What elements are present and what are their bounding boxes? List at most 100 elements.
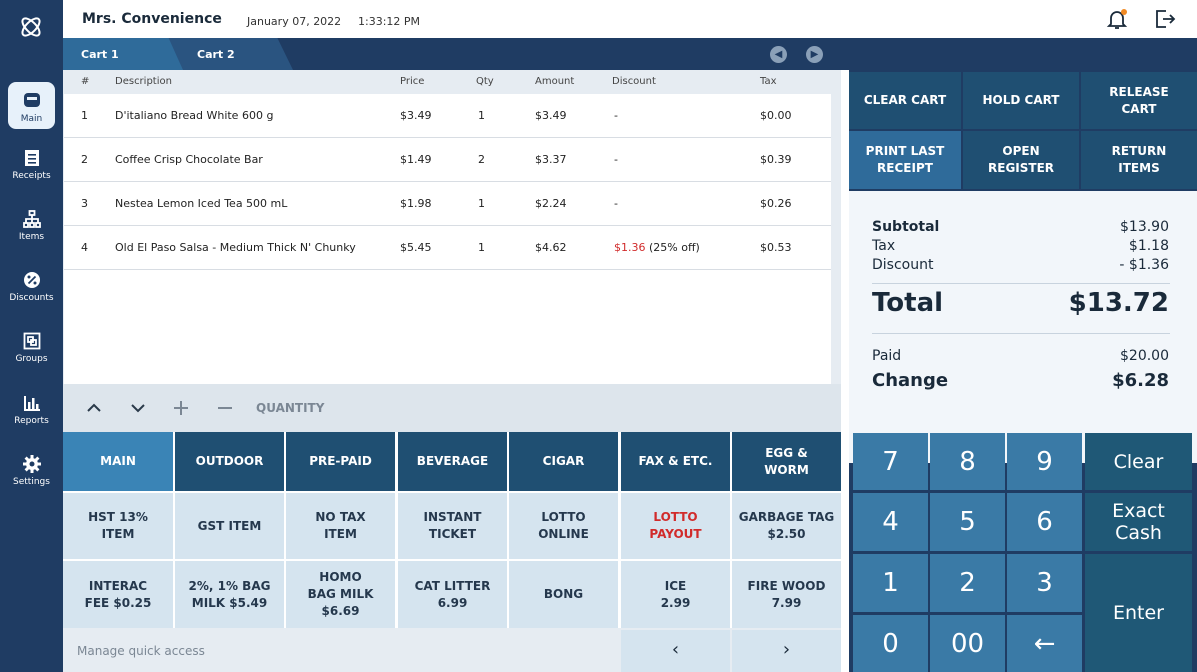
current-date: January 07, 2022	[247, 15, 342, 28]
logout-icon[interactable]	[1154, 8, 1176, 30]
quantity-bar: QUANTITY	[63, 384, 841, 432]
quick-key-grid: MAIN OUTDOOR PRE-PAID BEVERAGE CIGAR FAX…	[63, 432, 841, 628]
keypad-00[interactable]: 00	[930, 615, 1005, 672]
cell-qty: 2	[478, 153, 485, 166]
cell-price: $5.45	[400, 241, 432, 254]
print-last-receipt-button[interactable]: PRINT LAST RECEIPT	[849, 131, 961, 189]
keypad-2[interactable]: 2	[930, 554, 1005, 612]
keypad-7[interactable]: 7	[853, 433, 928, 490]
quick-key-no-tax[interactable]: NO TAX ITEM	[286, 493, 395, 559]
exact-cash-button[interactable]: Exact Cash	[1085, 493, 1192, 551]
keypad-clear-button[interactable]: Clear	[1085, 433, 1192, 490]
minus-icon[interactable]	[217, 400, 233, 416]
keypad-5[interactable]: 5	[930, 493, 1005, 551]
sidebar-item-receipts[interactable]: Receipts	[0, 145, 63, 193]
cell-num: 4	[81, 241, 88, 254]
cell-tax: $0.39	[760, 153, 792, 166]
quick-page-next-button[interactable]: ›	[732, 630, 841, 672]
tab-cart-2[interactable]: Cart 2	[163, 38, 293, 70]
col-header-qty: Qty	[476, 76, 494, 87]
keypad-4[interactable]: 4	[853, 493, 928, 551]
category-tab-beverage[interactable]: BEVERAGE	[398, 432, 507, 491]
keypad-1[interactable]: 1	[853, 554, 928, 612]
category-tab-main[interactable]: MAIN	[63, 432, 173, 491]
keypad-9[interactable]: 9	[1007, 433, 1082, 490]
cell-qty: 1	[478, 197, 485, 210]
table-row[interactable]: 1 D'italiano Bread White 600 g $3.49 1 $…	[64, 94, 831, 138]
tab-prev-arrow-icon[interactable]: ◀	[770, 46, 787, 63]
cell-price: $1.49	[400, 153, 432, 166]
open-register-button[interactable]: OPEN REGISTER	[963, 131, 1079, 189]
quick-key-bong[interactable]: BONG	[509, 561, 618, 628]
quantity-label[interactable]: QUANTITY	[256, 401, 324, 415]
subtotal-label: Subtotal	[872, 219, 940, 235]
clear-cart-button[interactable]: CLEAR CART	[849, 72, 961, 129]
keypad-8[interactable]: 8	[930, 433, 1005, 490]
category-tab-cigar[interactable]: CIGAR	[509, 432, 618, 491]
total-value: $13.72	[1068, 288, 1169, 318]
sidebar-item-reports[interactable]: Reports	[0, 390, 63, 438]
table-row[interactable]: 3 Nestea Lemon Iced Tea 500 mL $1.98 1 $…	[64, 182, 831, 226]
category-tab-prepaid[interactable]: PRE-PAID	[286, 432, 395, 491]
sidebar-item-settings[interactable]: Settings	[0, 451, 63, 499]
col-header-discount: Discount	[612, 76, 656, 87]
table-body: 1 D'italiano Bread White 600 g $3.49 1 $…	[64, 94, 831, 384]
quick-key-fire-wood[interactable]: FIRE WOOD 7.99	[732, 561, 841, 628]
quick-key-hst[interactable]: HST 13% ITEM	[63, 493, 173, 559]
quick-key-cat-litter[interactable]: CAT LITTER 6.99	[398, 561, 507, 628]
col-header-num: #	[81, 76, 90, 87]
keypad-3[interactable]: 3	[1007, 554, 1082, 612]
enter-button[interactable]: Enter	[1085, 554, 1192, 672]
col-header-tax: Tax	[760, 76, 777, 87]
tax-value: $1.18	[1128, 238, 1169, 254]
release-cart-button[interactable]: RELEASE CART	[1081, 72, 1197, 129]
sidebar-item-discounts[interactable]: Discounts	[0, 267, 63, 315]
notification-bell-icon[interactable]	[1106, 8, 1128, 30]
sidebar-label: Settings	[13, 477, 50, 487]
sidebar-item-groups[interactable]: Groups	[0, 328, 63, 376]
category-tab-fax[interactable]: FAX & ETC.	[621, 432, 730, 491]
quick-key-ice[interactable]: ICE 2.99	[621, 561, 730, 628]
quick-key-instant-ticket[interactable]: INSTANT TICKET	[398, 493, 507, 559]
hold-cart-button[interactable]: HOLD CART	[963, 72, 1079, 129]
quick-access-footer: Manage quick access ‹ ›	[63, 628, 841, 672]
sidebar-item-items[interactable]: Items	[0, 206, 63, 254]
current-time: 1:33:12 PM	[358, 15, 421, 28]
checkout-panel: CLEAR CART HOLD CART RELEASE CART PRINT …	[849, 70, 1197, 672]
category-tab-egg-worm[interactable]: EGG & WORM	[732, 432, 841, 491]
quick-key-lotto-payout[interactable]: LOTTO PAYOUT	[621, 493, 730, 559]
cell-amount: $4.62	[535, 241, 567, 254]
summary-divider	[872, 333, 1170, 334]
quick-key-gst[interactable]: GST ITEM	[175, 493, 284, 559]
keypad-6[interactable]: 6	[1007, 493, 1082, 551]
chevron-down-icon[interactable]	[130, 403, 146, 415]
category-tab-outdoor[interactable]: OUTDOOR	[175, 432, 284, 491]
backspace-icon[interactable]: ←	[1007, 615, 1082, 672]
quick-key-interac-fee[interactable]: INTERAC FEE $0.25	[63, 561, 173, 628]
sidebar-item-main[interactable]: Main	[0, 82, 63, 130]
quick-key-homo-bag-milk[interactable]: HOMO BAG MILK $6.69	[286, 561, 395, 628]
sidebar-label: Main	[20, 114, 43, 124]
hierarchy-icon	[22, 210, 41, 228]
table-row[interactable]: 4 Old El Paso Salsa - Medium Thick N' Ch…	[64, 226, 831, 270]
tab-next-arrow-icon[interactable]: ▶	[806, 46, 823, 63]
discount-value: - $1.36	[1119, 257, 1169, 273]
quick-key-bag-milk[interactable]: 2%, 1% BAG MILK $5.49	[175, 561, 284, 628]
manage-quick-access-link[interactable]: Manage quick access	[77, 644, 205, 658]
table-scrollbar[interactable]	[833, 94, 841, 384]
quick-key-lotto-online[interactable]: LOTTO ONLINE	[509, 493, 618, 559]
cell-tax: $0.00	[760, 109, 792, 122]
summary-divider	[872, 283, 1170, 284]
app-logo-icon	[21, 17, 41, 37]
table-row[interactable]: 2 Coffee Crisp Chocolate Bar $1.49 2 $3.…	[64, 138, 831, 182]
sidebar-label: Reports	[14, 416, 49, 426]
plus-icon[interactable]	[173, 400, 189, 416]
keypad-0[interactable]: 0	[853, 615, 928, 672]
cell-description: D'italiano Bread White 600 g	[115, 109, 274, 122]
quick-key-garbage-tag[interactable]: GARBAGE TAG $2.50	[732, 493, 841, 559]
tab-cart-1[interactable]: Cart 1	[63, 38, 183, 70]
return-items-button[interactable]: RETURN ITEMS	[1081, 131, 1197, 189]
chevron-up-icon[interactable]	[86, 401, 102, 413]
quick-page-prev-button[interactable]: ‹	[621, 630, 730, 672]
groups-icon	[23, 332, 40, 350]
